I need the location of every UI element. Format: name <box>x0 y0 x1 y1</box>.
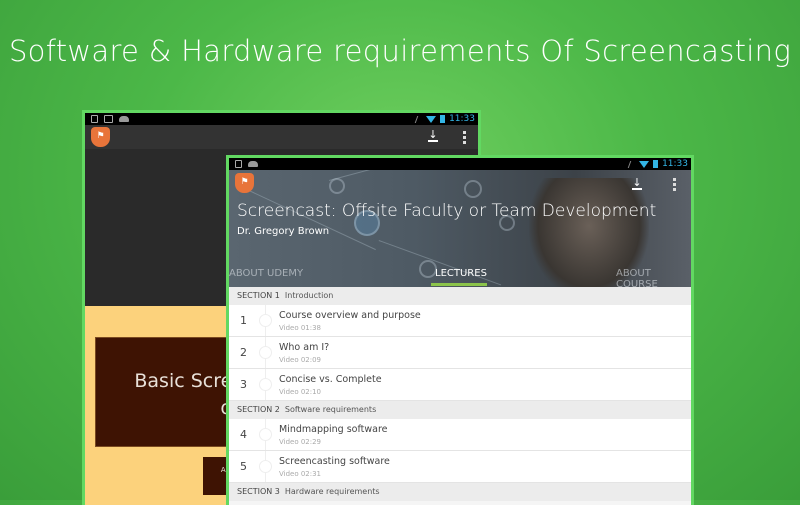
wifi-icon <box>639 160 650 168</box>
course-title: Screencast: Offsite Faculty or Team Deve… <box>237 201 657 221</box>
lecture-number: 2 <box>240 346 247 359</box>
download-icon[interactable]: ↓ <box>428 129 438 142</box>
notification-icon <box>91 115 98 123</box>
section-header: SECTION 1 Introduction <box>229 287 691 305</box>
wifi-icon <box>426 115 437 123</box>
active-tab-indicator <box>431 283 487 286</box>
lecture-meta: Video 02:31 <box>279 470 322 478</box>
section-name: Introduction <box>284 291 334 300</box>
tab-lectures[interactable]: LECTURES <box>435 268 487 279</box>
section-name: Software requirements <box>284 405 377 414</box>
lecture-number: 1 <box>240 314 247 327</box>
tab-about-udemy[interactable]: ABOUT UDEMY <box>229 268 303 279</box>
progress-circle-icon <box>259 378 272 391</box>
slide-title-box: Basic Scree on <box>95 337 245 447</box>
udemy-logo-icon[interactable]: ⚑ <box>235 173 254 193</box>
section-label: SECTION 1 <box>237 291 280 300</box>
more-options-icon[interactable] <box>463 131 466 144</box>
lecture-number: 5 <box>240 460 247 473</box>
section-name: Hardware requirements <box>284 487 380 496</box>
lecture-number: 3 <box>240 378 247 391</box>
action-bar: ⚑ ↓ <box>85 125 478 149</box>
lecture-meta: Video 02:09 <box>279 356 322 364</box>
lecture-item[interactable]: 5 Screencasting software Video 02:31 <box>229 451 691 483</box>
lecture-title: Course overview and purpose <box>279 310 421 321</box>
course-author: Dr. Gregory Brown <box>237 226 330 237</box>
progress-circle-icon <box>259 346 272 359</box>
download-icon[interactable]: ↓ <box>632 177 642 190</box>
lecture-meta: Video 02:29 <box>279 438 322 446</box>
status-bar: 11:33 <box>229 158 691 170</box>
image-icon <box>104 115 113 123</box>
slide-title-line2: on <box>96 395 244 422</box>
clock: 11:33 <box>662 159 688 169</box>
more-options-icon[interactable] <box>673 178 676 191</box>
lecture-item[interactable]: 3 Concise vs. Complete Video 02:10 <box>229 369 691 401</box>
lecture-meta: Video 02:10 <box>279 388 322 396</box>
no-signal-icon <box>627 160 637 168</box>
lecture-title: Who am I? <box>279 342 330 353</box>
battery-icon <box>440 115 446 123</box>
section-label: SECTION 2 <box>237 405 280 414</box>
lecture-item[interactable]: 4 Mindmapping software Video 02:29 <box>229 419 691 451</box>
course-header: ⚑ ↓ Screencast: Offsite Faculty or Team … <box>229 170 691 287</box>
progress-circle-icon <box>259 428 272 441</box>
progress-circle-icon <box>259 460 272 473</box>
lecture-title: Mindmapping software <box>279 424 388 435</box>
udemy-logo-icon[interactable]: ⚑ <box>91 127 110 147</box>
lecture-item[interactable]: 1 Course overview and purpose Video 01:38 <box>229 305 691 337</box>
headline: Software & Hardware requirements Of Scre… <box>8 34 792 68</box>
progress-circle-icon <box>259 314 272 327</box>
lecture-meta: Video 01:38 <box>279 324 322 332</box>
lecture-list[interactable]: SECTION 1 Introduction 1 Course overview a… <box>229 287 691 501</box>
section-header: SECTION 3 Hardware requirements <box>229 483 691 501</box>
lecture-number: 4 <box>240 428 247 441</box>
front-device-screen: 11:33 ⚑ ↓ Screencast: Offsite Faculty or… <box>226 155 694 505</box>
section-label: SECTION 3 <box>237 487 280 496</box>
lecture-item[interactable]: 2 Who am I? Video 02:09 <box>229 337 691 369</box>
lecture-title: Screencasting software <box>279 456 390 467</box>
android-icon <box>248 161 258 167</box>
no-signal-icon <box>414 115 424 123</box>
section-header: SECTION 2 Software requirements <box>229 401 691 419</box>
tab-about-course[interactable]: ABOUT COURSE <box>616 268 691 287</box>
android-icon <box>119 116 129 122</box>
battery-icon <box>653 160 659 168</box>
clock: 11:33 <box>449 114 475 124</box>
status-bar: 11:33 <box>85 113 478 125</box>
notification-icon <box>235 160 242 168</box>
lecture-title: Concise vs. Complete <box>279 374 382 385</box>
slide-title: Basic Scree <box>134 370 244 392</box>
